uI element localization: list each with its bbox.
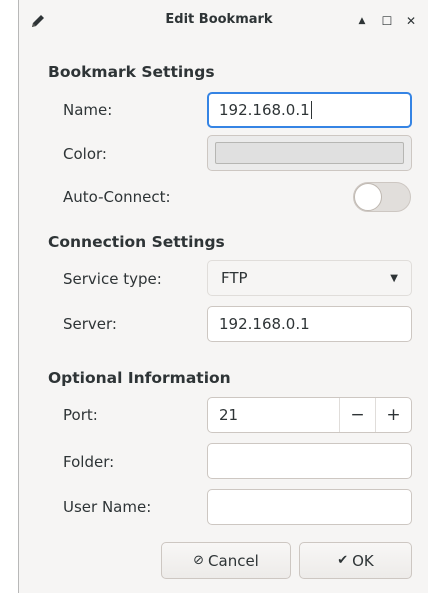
bookmark-settings-heading: Bookmark Settings — [48, 63, 215, 81]
connection-settings-heading: Connection Settings — [48, 233, 225, 251]
name-value: 192.168.0.1 — [219, 101, 310, 119]
name-label: Name: — [63, 101, 113, 119]
folder-field[interactable] — [207, 443, 412, 479]
edit-bookmark-dialog: Edit Bookmark ▲ ☐ ✕ Bookmark Settings Na… — [18, 0, 428, 593]
port-label: Port: — [63, 406, 98, 424]
minimize-icon: ▲ — [358, 16, 366, 26]
ok-label: OK — [352, 551, 374, 570]
server-value: 192.168.0.1 — [219, 315, 310, 333]
service-type-dropdown[interactable]: FTP ▼ — [207, 260, 412, 296]
cancel-button[interactable]: ⊘ Cancel — [161, 542, 291, 579]
optional-information-heading: Optional Information — [48, 369, 231, 387]
username-field[interactable] — [207, 489, 412, 525]
minimize-button[interactable]: ▲ — [354, 13, 370, 29]
ok-button[interactable]: ✔ OK — [299, 542, 412, 579]
text-caret — [310, 101, 312, 119]
server-label: Server: — [63, 315, 117, 333]
color-swatch — [215, 142, 404, 164]
port-value[interactable]: 21 — [208, 398, 339, 432]
title-bar[interactable]: Edit Bookmark ▲ ☐ ✕ — [19, 0, 428, 43]
name-field[interactable]: 192.168.0.1 — [207, 92, 412, 128]
close-icon: ✕ — [405, 14, 417, 28]
port-decrement-button[interactable]: − — [339, 398, 375, 432]
username-label: User Name: — [63, 498, 152, 516]
close-button[interactable]: ✕ — [403, 13, 419, 29]
switch-knob — [354, 183, 382, 211]
minus-icon: − — [350, 405, 365, 425]
plus-icon: + — [386, 405, 401, 425]
maximize-icon: ☐ — [381, 14, 393, 28]
service-type-value: FTP — [221, 269, 248, 287]
color-label: Color: — [63, 145, 107, 163]
checkmark-icon: ✔ — [337, 553, 349, 568]
auto-connect-switch[interactable] — [353, 182, 411, 212]
color-picker-button[interactable] — [207, 135, 412, 171]
cancel-icon: ⊘ — [193, 553, 205, 568]
server-field[interactable]: 192.168.0.1 — [207, 306, 412, 342]
port-increment-button[interactable]: + — [375, 398, 411, 432]
maximize-button[interactable]: ☐ — [379, 13, 395, 29]
port-spinbutton[interactable]: 21 − + — [207, 397, 412, 433]
service-type-label: Service type: — [63, 270, 162, 288]
chevron-down-icon: ▼ — [390, 272, 398, 284]
folder-label: Folder: — [63, 453, 115, 471]
auto-connect-label: Auto-Connect: — [63, 188, 171, 206]
cancel-label: Cancel — [208, 551, 259, 570]
